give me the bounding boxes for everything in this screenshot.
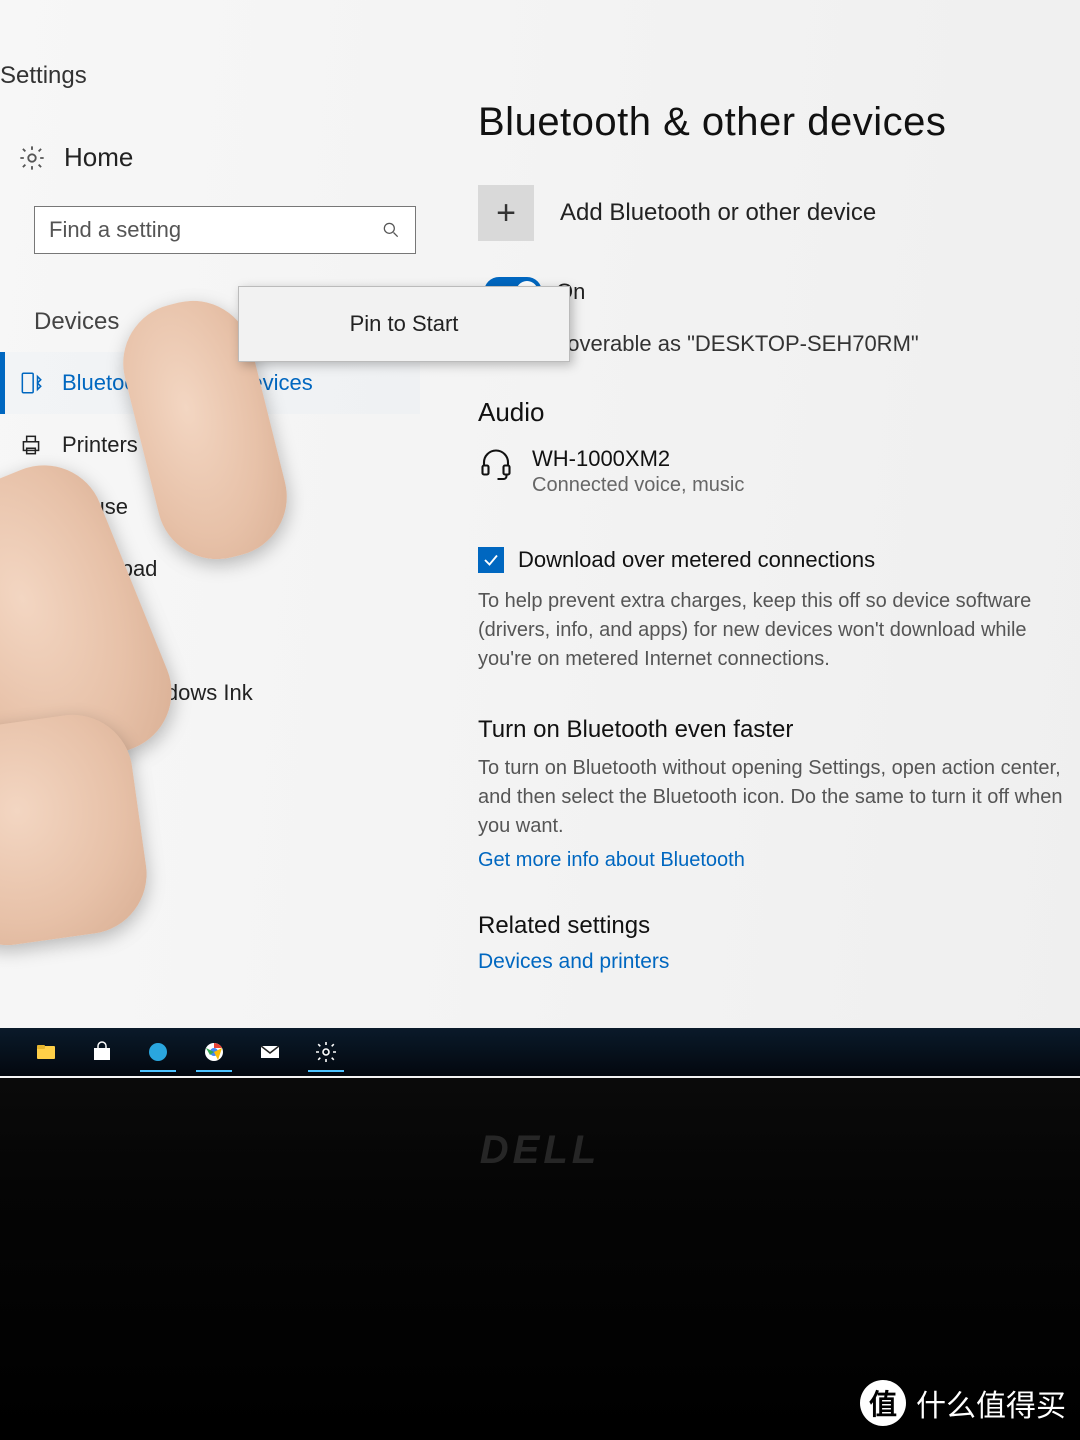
printer-icon [18,432,44,458]
monitor-brand: DELL [0,1128,1080,1173]
checkmark-icon [482,551,500,569]
audio-device-name: WH-1000XM2 [532,446,744,472]
headset-icon [478,446,514,482]
add-device-button[interactable]: + Add Bluetooth or other device [478,185,1080,241]
plus-icon: + [478,185,534,241]
watermark: 值 什么值得买 [860,1380,1066,1426]
watermark-badge: 值 [860,1380,906,1426]
gear-icon [18,144,46,172]
taskbar-store[interactable] [80,1032,124,1072]
devices-printers-link[interactable]: Devices and printers [478,950,1080,974]
page-title: Bluetooth & other devices [478,100,1080,145]
search-input[interactable]: Find a setting [34,206,416,254]
audio-device-row[interactable]: WH-1000XM2 Connected voice, music [478,446,1080,497]
add-device-label: Add Bluetooth or other device [560,199,876,227]
main-content: Bluetooth & other devices + Add Bluetoot… [478,100,1080,974]
window-title: Settings [0,62,87,90]
related-heading: Related settings [478,912,1080,940]
search-icon [381,220,401,240]
audio-device-status: Connected voice, music [532,474,744,497]
search-placeholder: Find a setting [49,217,381,243]
taskbar-settings[interactable] [304,1032,348,1072]
metered-checkbox[interactable] [478,547,504,573]
bluetooth-devices-icon [18,370,44,396]
settings-window: Settings Home Find a setting Devices Blu… [0,0,1080,1080]
taskbar-edge[interactable] [136,1032,180,1072]
home-button[interactable]: Home [18,142,133,173]
context-menu: Pin to Start [238,286,570,362]
home-label: Home [64,142,133,173]
faster-heading: Turn on Bluetooth even faster [478,716,1080,744]
taskbar [0,1028,1080,1076]
audio-heading: Audio [478,397,1080,428]
taskbar-chrome[interactable] [192,1032,236,1072]
metered-checkbox-label: Download over metered connections [518,547,875,573]
metered-help-text: To help prevent extra charges, keep this… [478,587,1080,674]
taskbar-explorer[interactable] [24,1032,68,1072]
category-label: Devices [34,308,119,336]
bluetooth-info-link[interactable]: Get more info about Bluetooth [478,849,745,871]
context-menu-item-pin[interactable]: Pin to Start [350,311,459,337]
taskbar-mail[interactable] [248,1032,292,1072]
watermark-text: 什么值得买 [916,1381,1066,1425]
faster-help-text: To turn on Bluetooth without opening Set… [478,754,1080,841]
